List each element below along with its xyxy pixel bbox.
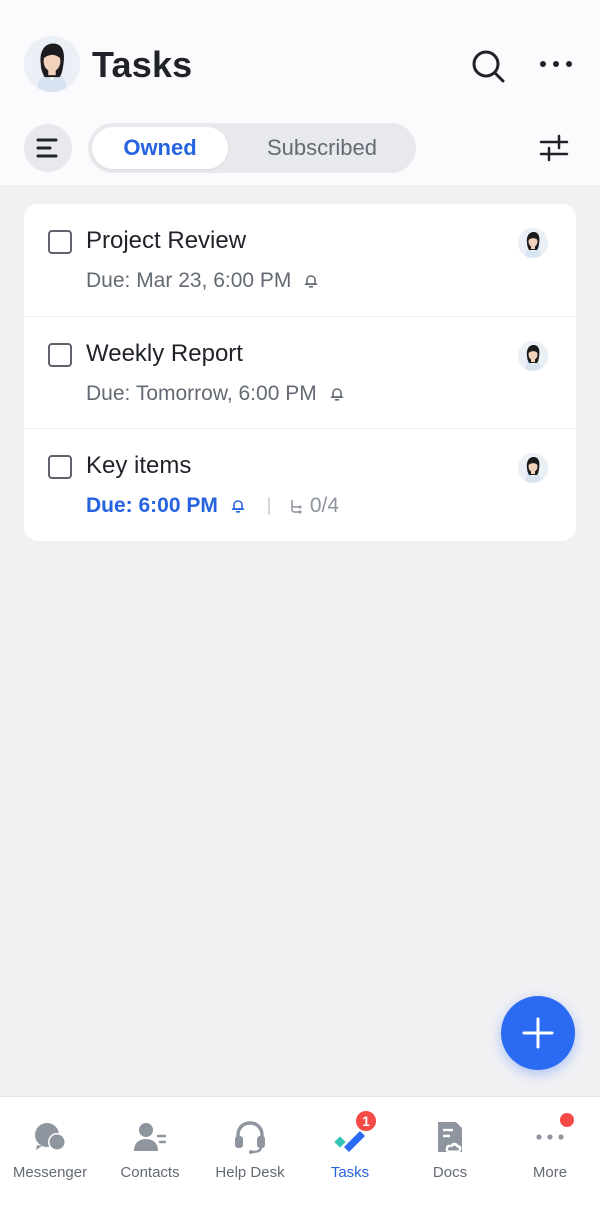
search-icon[interactable] <box>466 44 510 88</box>
tab-contacts[interactable]: Contacts <box>100 1097 200 1222</box>
tab-label: Help Desk <box>215 1164 285 1181</box>
bell-icon <box>303 273 319 289</box>
bell-icon <box>230 498 246 514</box>
task-item[interactable]: Key items Due: 6:00 PM 0/4 <box>24 428 576 540</box>
tab-help-desk[interactable]: Help Desk <box>200 1097 300 1222</box>
headset-icon <box>232 1119 268 1155</box>
tab-owned[interactable]: Owned <box>92 127 228 169</box>
list-menu-icon <box>36 137 60 159</box>
bell-icon <box>329 386 345 402</box>
messenger-icon <box>32 1119 68 1155</box>
tab-subscribed[interactable]: Subscribed <box>234 127 410 169</box>
task-list: Project Review Due: Mar 23, 6:00 PM Week… <box>24 204 576 541</box>
tab-label: Messenger <box>12 1164 88 1181</box>
list-menu-button[interactable] <box>24 124 72 172</box>
docs-icon <box>432 1119 468 1155</box>
plus-icon <box>521 1016 555 1050</box>
tab-docs[interactable]: Docs <box>400 1097 500 1222</box>
task-due-row: Due: Tomorrow, 6:00 PM <box>86 382 345 406</box>
task-view-switch: Owned Subscribed <box>88 123 416 173</box>
tab-label: More <box>532 1164 568 1181</box>
filter-sliders-icon[interactable] <box>534 130 574 166</box>
task-checkbox[interactable] <box>48 455 72 479</box>
profile-avatar[interactable] <box>24 36 80 92</box>
task-title: Key items <box>86 452 192 479</box>
bottom-tab-bar: Messenger Contacts Help Desk 1 Tasks Doc… <box>0 1096 600 1222</box>
contacts-icon <box>132 1119 168 1155</box>
task-due-row: Due: Mar 23, 6:00 PM <box>86 269 319 293</box>
tab-label: Docs <box>432 1164 468 1181</box>
task-due-row: Due: 6:00 PM 0/4 <box>86 494 339 518</box>
task-due-date: Due: Mar 23, 6:00 PM <box>86 269 292 292</box>
assignee-avatar <box>518 228 548 258</box>
task-item[interactable]: Weekly Report Due: Tomorrow, 6:00 PM <box>24 316 576 428</box>
top-bar: Tasks Owned Subscribed <box>0 0 600 185</box>
tab-messenger[interactable]: Messenger <box>0 1097 100 1222</box>
task-item[interactable]: Project Review Due: Mar 23, 6:00 PM <box>24 204 576 316</box>
task-due-date: Due: Tomorrow, 6:00 PM <box>86 382 317 405</box>
subtask-icon <box>288 498 304 514</box>
tasks-badge: 1 <box>354 1109 378 1133</box>
task-checkbox[interactable] <box>48 343 72 367</box>
notification-dot <box>560 1113 574 1127</box>
subtask-progress: 0/4 <box>309 494 340 517</box>
tab-tasks[interactable]: 1 Tasks <box>300 1097 400 1222</box>
add-task-button[interactable] <box>501 996 575 1070</box>
page-title: Tasks <box>92 44 193 85</box>
tab-label: Contacts <box>120 1164 180 1181</box>
task-checkbox[interactable] <box>48 230 72 254</box>
assignee-avatar <box>518 341 548 371</box>
task-title: Weekly Report <box>86 340 243 367</box>
subtask-count: 0/4 <box>288 494 339 518</box>
tab-label: Tasks <box>330 1164 370 1181</box>
assignee-avatar <box>518 453 548 483</box>
task-due-date: Due: 6:00 PM <box>86 494 218 517</box>
tab-more[interactable]: More <box>500 1097 600 1222</box>
task-title: Project Review <box>86 227 247 254</box>
ellipsis-icon[interactable] <box>536 48 576 80</box>
divider <box>267 497 270 515</box>
